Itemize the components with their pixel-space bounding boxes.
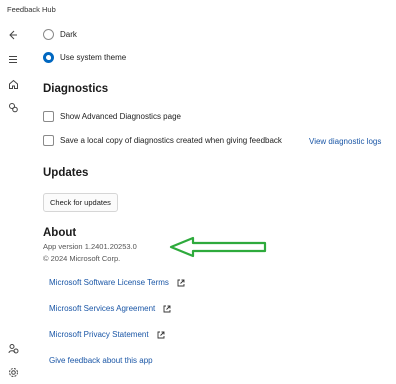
license-terms-label: Microsoft Software License Terms [49, 278, 169, 287]
checkbox-advanced[interactable] [43, 111, 54, 122]
privacy-statement-link[interactable]: Microsoft Privacy Statement [49, 330, 165, 339]
theme-option-system[interactable]: Use system theme [43, 52, 126, 63]
menu-icon[interactable] [4, 50, 22, 68]
show-advanced-diagnostics-checkbox[interactable]: Show Advanced Diagnostics page [43, 111, 181, 122]
back-icon[interactable] [4, 26, 22, 44]
open-external-icon [177, 279, 185, 287]
home-icon[interactable] [4, 75, 22, 93]
save-local-copy-label: Save a local copy of diagnostics created… [60, 136, 282, 145]
settings-content: Dark Use system theme Diagnostics Show A… [43, 0, 396, 384]
achievements-icon[interactable] [4, 339, 22, 357]
nav-rail [0, 20, 28, 384]
give-feedback-about-app-link[interactable]: Give feedback about this app [49, 356, 153, 365]
feedback-icon[interactable] [4, 98, 22, 116]
theme-option-dark[interactable]: Dark [43, 29, 77, 40]
give-feedback-about-app-label: Give feedback about this app [49, 356, 153, 365]
services-agreement-link[interactable]: Microsoft Services Agreement [49, 304, 171, 313]
radio-dark[interactable] [43, 29, 54, 40]
theme-option-dark-label: Dark [60, 30, 77, 39]
open-external-icon [163, 305, 171, 313]
settings-icon[interactable] [4, 363, 22, 381]
checkbox-save-local[interactable] [43, 135, 54, 146]
theme-option-system-label: Use system theme [60, 53, 127, 62]
annotation-arrow-icon [169, 236, 267, 258]
diagnostics-title: Diagnostics [43, 83, 109, 95]
about-title: About [43, 227, 77, 239]
copyright: © 2024 Microsoft Corp. [43, 254, 121, 263]
save-local-copy-checkbox[interactable]: Save a local copy of diagnostics created… [43, 135, 282, 146]
open-external-icon [157, 331, 165, 339]
radio-system-theme[interactable] [43, 52, 54, 63]
updates-title: Updates [43, 167, 89, 179]
view-diagnostic-logs-link[interactable]: View diagnostic logs [309, 137, 381, 146]
license-terms-link[interactable]: Microsoft Software License Terms [49, 278, 185, 287]
services-agreement-label: Microsoft Services Agreement [49, 304, 156, 313]
app-version: App version 1.2401.20253.0 [43, 242, 137, 251]
privacy-statement-label: Microsoft Privacy Statement [49, 330, 149, 339]
show-advanced-diagnostics-label: Show Advanced Diagnostics page [60, 112, 181, 121]
check-for-updates-button[interactable]: Check for updates [43, 193, 118, 212]
